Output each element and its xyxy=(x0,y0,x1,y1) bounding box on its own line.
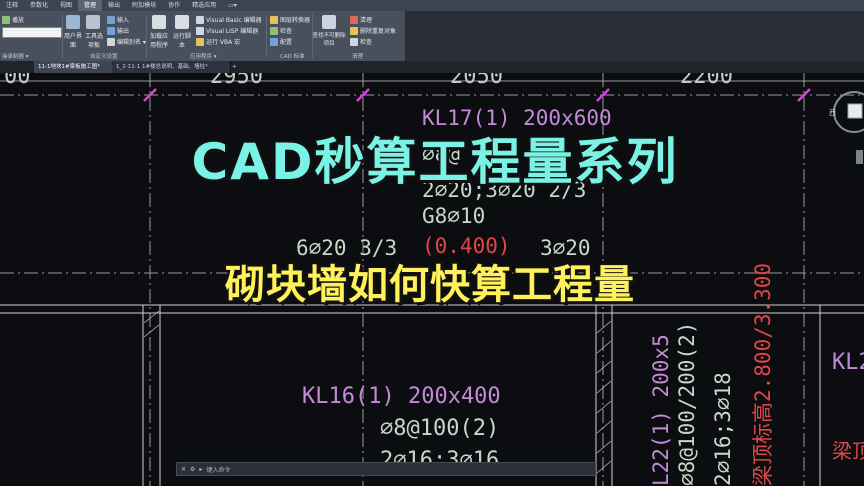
tool-palette-button[interactable]: 工具选项板 xyxy=(83,31,105,49)
export-icon xyxy=(107,26,115,35)
command-line[interactable]: ✕ ⚙ ▸ 键入命令 xyxy=(176,462,596,476)
run-vba-button[interactable]: 运行 VBA 宏 xyxy=(196,37,240,46)
overkill-icon xyxy=(350,26,358,35)
play-icon xyxy=(2,15,10,24)
wrench-icon[interactable]: ⚙ xyxy=(190,466,195,473)
dimension-text: 2950 xyxy=(210,73,263,89)
edit-alias-button[interactable]: 编辑别名 ▾ xyxy=(107,37,146,46)
beam-label: ⌀8@100(2) xyxy=(380,416,499,441)
cad-standards-group-label: CAD 标准 xyxy=(280,54,305,60)
nav-bar-icon[interactable] xyxy=(856,150,863,164)
vb-icon xyxy=(196,15,204,24)
purge-button[interactable]: 清理 xyxy=(350,15,372,24)
play-button[interactable]: 播放 xyxy=(2,15,24,24)
vertical-beam-label: 2⌀16;3⌀18 xyxy=(711,372,735,486)
purge-icon xyxy=(350,15,358,24)
viewcube-face[interactable] xyxy=(847,103,863,119)
beam-label: KL2 xyxy=(832,350,864,375)
ribbon-empty-area xyxy=(405,11,864,61)
close-icon[interactable]: ✕ xyxy=(181,466,186,473)
load-app-button[interactable]: 加载应用程序 xyxy=(148,31,170,49)
tab-featured-apps[interactable]: 精选应用 xyxy=(186,0,222,11)
video-subtitle: 砌块墙如何快算工程量 xyxy=(225,262,635,308)
tab-collaborate[interactable]: 协作 xyxy=(162,0,186,11)
audit-button[interactable]: 检查 xyxy=(350,37,372,46)
tool-palette-icon xyxy=(86,15,100,29)
custom-group-label: 自定义设置 xyxy=(90,54,118,60)
dimension-text: 2200 xyxy=(680,73,733,89)
document-tab-bar: 11-1地块1#梁板施工图* 1_2-11-1 1#楼总说明、基础、墙柱* + xyxy=(0,61,864,73)
find-undeletable-button[interactable]: 查找不可删除项目 xyxy=(312,31,346,47)
beam-label: G8⌀10 xyxy=(422,204,485,228)
command-input[interactable]: 键入命令 xyxy=(206,465,230,474)
doc-tab-2[interactable]: 1_2-11-1 1#楼总说明、基础、墙柱* xyxy=(112,61,231,73)
video-title: CAD秒算工程量系列 xyxy=(191,133,679,191)
vertical-beam-label: 梁顶标高2.800/3.300 xyxy=(751,263,775,486)
vb-editor-button[interactable]: Visual Basic 编辑器 xyxy=(196,15,262,24)
configure-icon xyxy=(270,37,278,46)
load-app-icon xyxy=(152,15,166,29)
tab-output[interactable]: 输出 xyxy=(102,0,126,11)
tab-extra[interactable]: ▭▾ xyxy=(222,0,243,11)
layer-translator-icon xyxy=(270,15,278,24)
viewcube[interactable]: 西 xyxy=(826,86,864,176)
find-undeletable-icon xyxy=(322,15,336,29)
alias-icon xyxy=(107,37,115,46)
tab-parametric[interactable]: 参数化 xyxy=(24,0,54,11)
run-script-button[interactable]: 运行脚本 xyxy=(171,31,193,49)
cleanup-group-label: 清理 xyxy=(352,54,364,60)
check-button[interactable]: 检查 xyxy=(270,26,292,35)
ribbon-tab-bar: 注释 参数化 视图 管理 输出 附加模块 协作 精选应用 ▭▾ xyxy=(0,0,864,11)
vertical-beam-label: ⌀8@100/200(2) xyxy=(675,322,699,486)
vba-icon xyxy=(196,37,204,46)
new-tab-icon[interactable]: + xyxy=(232,61,237,73)
overkill-button[interactable]: 删除重复对象 xyxy=(350,26,396,35)
vlisp-editor-button[interactable]: Visual LISP 编辑器 xyxy=(196,26,258,35)
macro-select[interactable] xyxy=(2,27,62,38)
tab-annotate[interactable]: 注释 xyxy=(0,0,24,11)
output-button[interactable]: 输出 xyxy=(107,26,129,35)
run-script-icon xyxy=(175,15,189,29)
check-icon xyxy=(270,26,278,35)
audit-icon xyxy=(350,37,358,46)
user-interface-icon xyxy=(66,15,80,29)
vertical-beam-label: L22(1) 200x5 xyxy=(649,334,673,486)
dimension-text: 2050 xyxy=(450,73,503,89)
input-button[interactable]: 输入 xyxy=(107,15,129,24)
import-icon xyxy=(107,15,115,24)
beam-label: KL16(1) 200x400 xyxy=(302,384,501,409)
lisp-icon xyxy=(196,26,204,35)
beam-label: 梁顶 xyxy=(832,439,864,463)
layer-translator-button[interactable]: 图层转换器 xyxy=(270,15,310,24)
ribbon-panel: 播放 操录制器 ▾ 用户界面 工具选项板 输入 输出 编辑别名 ▾ 自定义设置 … xyxy=(0,11,405,61)
configure-button[interactable]: 配置 xyxy=(270,37,292,46)
doc-tab-1[interactable]: 11-1地块1#梁板施工图* xyxy=(34,61,115,73)
dimension-text: 00 xyxy=(4,73,31,89)
tab-view[interactable]: 视图 xyxy=(54,0,78,11)
tab-manage[interactable]: 管理 xyxy=(78,0,103,11)
compass-west-label: 西 xyxy=(829,109,836,117)
app-group-label[interactable]: 应用程序 ▾ xyxy=(190,52,217,60)
command-prompt-icon: ▸ xyxy=(199,465,203,473)
macro-group-label[interactable]: 操录制器 ▾ xyxy=(2,52,29,60)
user-interface-button[interactable]: 用户界面 xyxy=(63,31,83,49)
tab-addins[interactable]: 附加模块 xyxy=(126,0,162,11)
